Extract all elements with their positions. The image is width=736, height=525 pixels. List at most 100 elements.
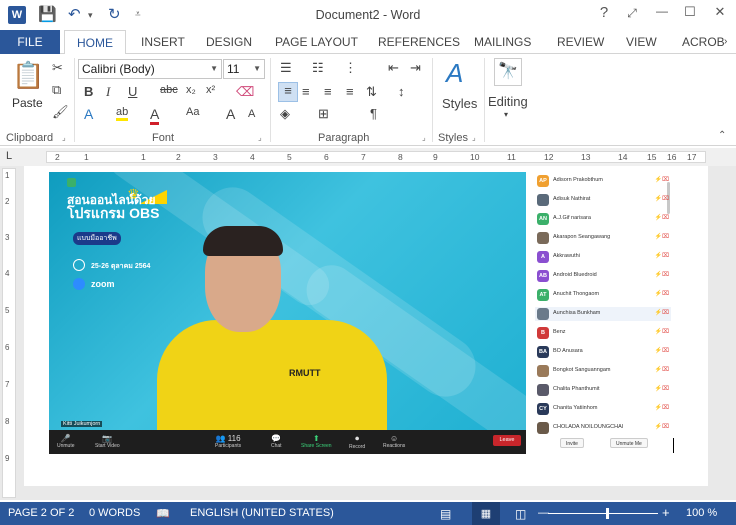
proofing-icon[interactable]: 📖: [156, 507, 170, 520]
start-video-button[interactable]: 📷 Start Video: [95, 434, 120, 449]
shrink-font-icon[interactable]: A: [248, 108, 255, 120]
paste-button[interactable]: Paste: [12, 96, 43, 110]
reactions-button[interactable]: ☺ Reactions: [383, 434, 405, 449]
align-left-icon[interactable]: ≡: [278, 82, 298, 102]
font-color-icon[interactable]: A: [150, 106, 160, 125]
editing-button[interactable]: Editing: [488, 94, 528, 109]
decrease-indent-icon[interactable]: ⇤: [388, 60, 399, 76]
strikethrough-icon[interactable]: abc: [160, 84, 178, 96]
tab-acrobat[interactable]: ACROB: [682, 30, 725, 54]
read-mode-icon[interactable]: ▤: [440, 507, 451, 521]
cut-icon[interactable]: ✂: [52, 60, 63, 76]
borders-icon[interactable]: ⊞: [318, 106, 329, 122]
language-indicator[interactable]: ENGLISH (UNITED STATES): [190, 507, 334, 519]
list-item[interactable]: Adisuk Nathirat ⚡⌧: [535, 193, 671, 207]
numbering-icon[interactable]: ☷: [312, 60, 324, 76]
superscript-icon[interactable]: x²: [206, 84, 215, 96]
multilevel-list-icon[interactable]: ⋮: [344, 60, 357, 76]
text-effects-icon[interactable]: A: [84, 106, 93, 122]
ribbon-display-button[interactable]: ⤢: [620, 6, 644, 21]
bullets-icon[interactable]: ☰: [280, 60, 292, 76]
font-name-field[interactable]: Calibri (Body) ▼: [78, 59, 222, 79]
maximize-button[interactable]: ☐: [678, 4, 702, 20]
list-item[interactable]: CHOLADA NOILOUNGCHAI ⚡⌧: [535, 421, 671, 435]
bold-icon[interactable]: B: [84, 84, 93, 99]
list-item[interactable]: B Benz ⚡⌧: [535, 326, 671, 340]
vertical-ruler[interactable]: 1 2 3 4 5 6 7 8 9: [2, 168, 16, 498]
tab-home[interactable]: HOME: [64, 30, 126, 55]
shading-icon[interactable]: ◈: [280, 106, 290, 122]
copy-icon[interactable]: ⧉: [52, 82, 61, 98]
show-hide-icon[interactable]: ¶: [370, 106, 377, 121]
justify-icon[interactable]: ≡: [346, 84, 354, 99]
list-item[interactable]: AB Android Bluedroid ⚡⌧: [535, 269, 671, 283]
horizontal-ruler[interactable]: 2 1 1 2 3 4 5 6 7 8 9 10 11 12 13 14 15 …: [46, 151, 706, 163]
center-icon[interactable]: ≡: [302, 84, 310, 99]
minimize-button[interactable]: —: [650, 4, 674, 18]
tab-insert[interactable]: INSERT: [141, 30, 185, 54]
list-item[interactable]: A Akkrawuthi ⚡⌧: [535, 250, 671, 264]
zoom-in-button[interactable]: +: [662, 505, 670, 520]
list-item[interactable]: Chalita Phanthumit ⚡⌧: [535, 383, 671, 397]
print-layout-icon[interactable]: ▦: [472, 502, 500, 525]
zoom-level[interactable]: 100 %: [686, 507, 717, 519]
list-item[interactable]: AN A.J.Gif narisara ⚡⌧: [535, 212, 671, 226]
list-item[interactable]: AT Anuchit Thongaom ⚡⌧: [535, 288, 671, 302]
web-layout-icon[interactable]: ◫: [515, 507, 526, 521]
tab-mailings[interactable]: MAILINGS: [474, 30, 531, 54]
underline-icon[interactable]: U: [128, 84, 137, 99]
collapse-ribbon-icon[interactable]: ⌃: [718, 130, 726, 141]
find-binoculars-icon[interactable]: 🔭: [494, 58, 522, 86]
highlight-icon[interactable]: ab: [116, 106, 129, 121]
zoom-slider-thumb[interactable]: [606, 508, 609, 519]
line-spacing-icon[interactable]: ↕: [398, 84, 405, 99]
format-painter-icon[interactable]: 🖌: [52, 104, 69, 120]
tabs-scroll-right-icon[interactable]: ›: [724, 30, 727, 54]
list-item[interactable]: CY Chanita Yatiinhom ⚡⌧: [535, 402, 671, 416]
paragraph-launcher-icon[interactable]: ⌟: [422, 133, 426, 142]
close-button[interactable]: ✕: [708, 4, 732, 20]
list-item[interactable]: Bongkot Sanguanngam ⚡⌧: [535, 364, 671, 378]
invite-button[interactable]: Invite: [560, 438, 584, 448]
grow-font-icon[interactable]: A: [226, 106, 235, 122]
styles-icon[interactable]: A: [446, 58, 463, 89]
tab-file[interactable]: FILE: [0, 30, 60, 54]
unmute-button[interactable]: 🎤 Unmute: [57, 434, 75, 449]
page-indicator[interactable]: PAGE 2 OF 2: [8, 507, 74, 519]
font-launcher-icon[interactable]: ⌟: [258, 133, 262, 142]
list-item[interactable]: Aunchisa Bunkham ⚡⌧: [535, 307, 671, 321]
participants-button[interactable]: 👥 116 Participants: [215, 434, 241, 449]
tab-selector-icon[interactable]: L: [6, 150, 12, 162]
tab-view[interactable]: VIEW: [626, 30, 657, 54]
change-case-icon[interactable]: Aa: [186, 106, 199, 118]
share-screen-button[interactable]: ⬆ Share Screen: [301, 434, 332, 449]
editing-dropdown-icon[interactable]: ▾: [504, 110, 508, 119]
tab-page-layout[interactable]: PAGE LAYOUT: [275, 30, 358, 54]
italic-icon[interactable]: I: [106, 84, 110, 100]
tab-references[interactable]: REFERENCES: [378, 30, 460, 54]
clear-formatting-icon[interactable]: ⌫: [236, 84, 254, 100]
font-name-dropdown-icon[interactable]: ▼: [210, 60, 218, 78]
unmute-me-button[interactable]: Unmute Me: [610, 438, 648, 448]
list-item[interactable]: Akarapon Seangawang ⚡⌧: [535, 231, 671, 245]
styles-button[interactable]: Styles: [442, 96, 477, 111]
font-size-field[interactable]: 11 ▼: [223, 59, 265, 79]
list-item[interactable]: BA BO Anusara ⚡⌧: [535, 345, 671, 359]
embedded-zoom-screenshot[interactable]: ♛ สอนออนไลน์ด้วย โปรแกรม OBS แบบมืออาชีพ…: [49, 172, 675, 454]
font-size-dropdown-icon[interactable]: ▼: [253, 60, 261, 78]
subscript-icon[interactable]: x₂: [186, 84, 196, 96]
align-right-icon[interactable]: ≡: [324, 84, 332, 99]
list-item[interactable]: AP Adisorn Prakobthum ⚡⌧: [535, 174, 671, 188]
chat-button[interactable]: 💬 Chat: [271, 434, 282, 449]
leave-button[interactable]: Leave: [493, 435, 521, 446]
help-button[interactable]: ?: [592, 4, 616, 21]
sort-icon[interactable]: ⇅: [366, 84, 377, 100]
paste-icon[interactable]: 📋: [12, 60, 44, 91]
styles-launcher-icon[interactable]: ⌟: [472, 133, 476, 142]
increase-indent-icon[interactable]: ⇥: [410, 60, 421, 76]
record-button[interactable]: ⏺ Record: [349, 434, 365, 450]
word-count[interactable]: 0 WORDS: [89, 507, 140, 519]
clipboard-launcher-icon[interactable]: ⌟: [62, 133, 66, 142]
tab-design[interactable]: DESIGN: [206, 30, 252, 54]
tab-review[interactable]: REVIEW: [557, 30, 604, 54]
